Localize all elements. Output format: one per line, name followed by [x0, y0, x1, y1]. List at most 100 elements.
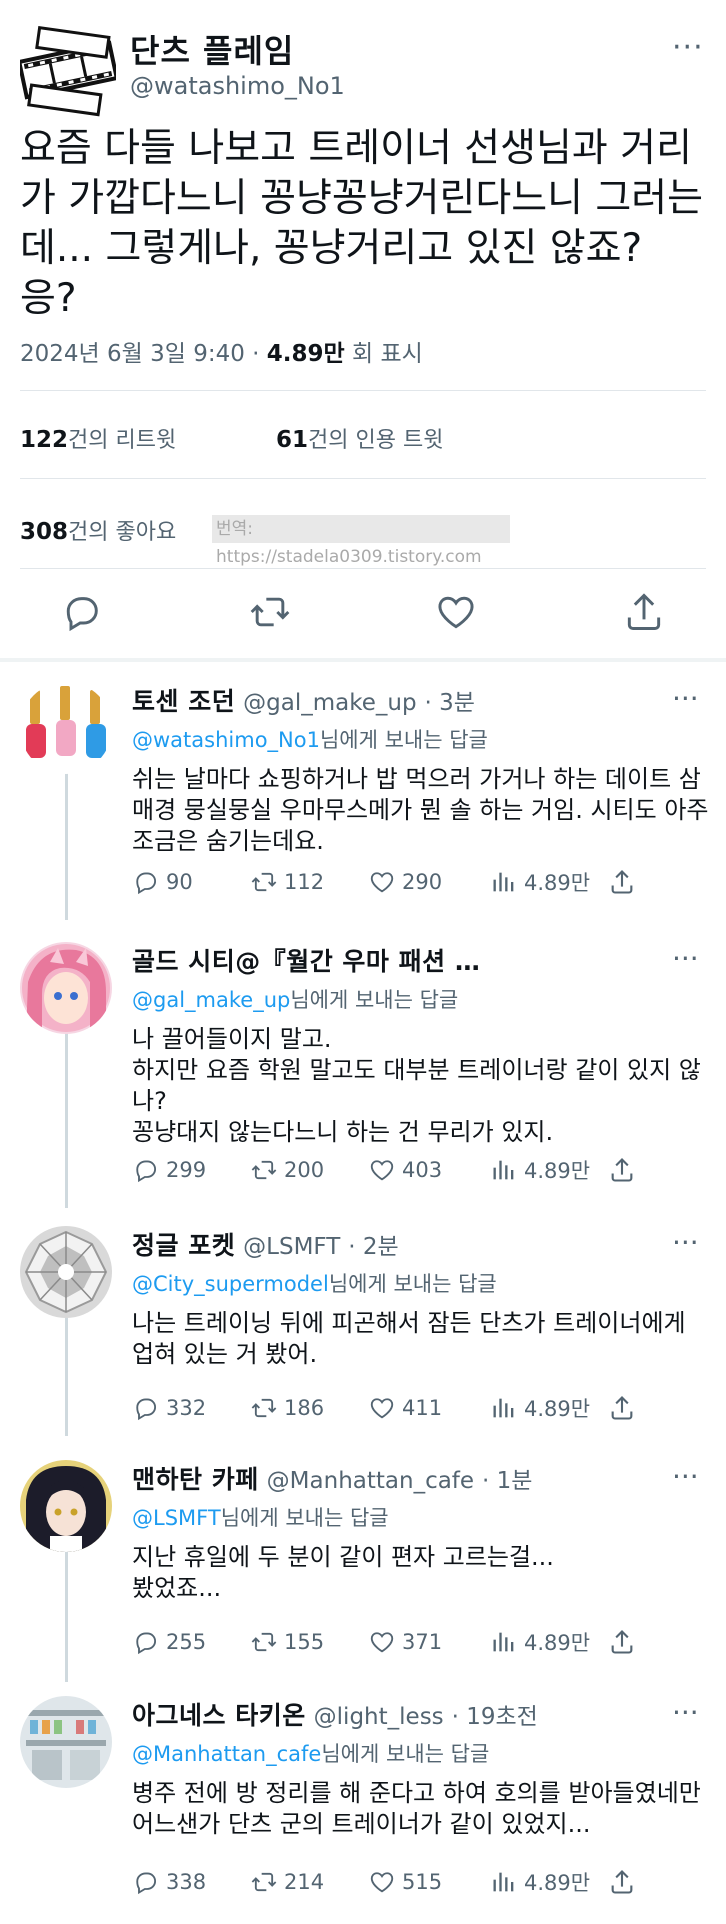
like-icon	[370, 872, 394, 893]
tweet-date[interactable]: 2024년 6월 3일 9:40 ·	[20, 341, 259, 367]
anime-girl-pink-avatar-icon[interactable]	[20, 942, 112, 1034]
views-button[interactable]: 4.89만	[490, 1626, 590, 1658]
reply-author-name[interactable]: 골드 시티@『월간 우마 패션 …	[132, 947, 480, 976]
retweet-icon[interactable]	[248, 590, 292, 634]
author-name[interactable]: 단츠 플레임	[130, 26, 294, 72]
share-button[interactable]	[608, 1392, 642, 1424]
more-options-icon[interactable]: ···	[672, 1460, 699, 1493]
share-button[interactable]	[608, 866, 642, 898]
share-icon	[611, 1158, 633, 1182]
retweet-button[interactable]: 186	[250, 1392, 324, 1424]
laboratory-avatar-icon[interactable]	[20, 1696, 112, 1788]
retweet-icon	[251, 1632, 277, 1652]
reply-tweet[interactable]: 아그네스 타키온 @light_less · 19초전 ··· @Manhatt…	[0, 1682, 726, 1924]
like-button[interactable]: 371	[368, 1626, 442, 1658]
like-button[interactable]: 403	[368, 1154, 442, 1186]
reply-button[interactable]: 299	[132, 1154, 206, 1186]
more-options-icon[interactable]: ···	[672, 1696, 699, 1729]
like-button[interactable]: 290	[368, 866, 442, 898]
analytics-icon	[493, 1160, 514, 1180]
retweet-button[interactable]: 214	[250, 1866, 324, 1898]
like-button[interactable]: 515	[368, 1866, 442, 1898]
reply-author-handle[interactable]: @Manhattan_cafe	[267, 1468, 474, 1494]
author-handle[interactable]: @watashimo_No1	[130, 72, 345, 100]
replying-to: @Manhattan_cafe님에게 보내는 답글	[132, 1738, 489, 1768]
more-options-icon[interactable]: ···	[672, 682, 699, 715]
share-icon[interactable]	[622, 590, 666, 634]
retweet-count: 200	[284, 1158, 325, 1182]
reply-tweet[interactable]: 정글 포켓 @LSMFT · 2분 ··· @City_supermodel님에…	[0, 1212, 726, 1440]
like-icon	[370, 1398, 394, 1419]
retweet-stat[interactable]: 122건의 리트윗	[20, 422, 176, 454]
views-button[interactable]: 4.89만	[490, 1866, 590, 1898]
views-button[interactable]: 4.89만	[490, 1154, 590, 1186]
reply-author-name[interactable]: 맨하탄 카페	[132, 1465, 259, 1494]
reply-count: 255	[166, 1630, 207, 1654]
reply-time[interactable]: · 2분	[348, 1234, 398, 1260]
more-options-icon[interactable]: ···	[672, 942, 699, 975]
like-count: 308	[20, 519, 69, 545]
replying-to: @gal_make_up님에게 보내는 답글	[132, 984, 458, 1014]
reply-time[interactable]: · 19초전	[452, 1704, 538, 1730]
reply-author-handle[interactable]: @gal_make_up	[243, 690, 416, 716]
replying-to-link[interactable]: @gal_make_up	[132, 988, 290, 1012]
reply-actions: 338 214 515 4.89만	[132, 1866, 692, 1898]
replying-to-link[interactable]: @watashimo_No1	[132, 728, 320, 752]
reply-tweet[interactable]: 맨하탄 카페 @Manhattan_cafe · 1분 ··· @LSMFT님에…	[0, 1446, 726, 1678]
reply-button[interactable]: 255	[132, 1626, 206, 1658]
view-count: 4.89만	[524, 1871, 591, 1895]
replying-to-link[interactable]: @Manhattan_cafe	[132, 1742, 321, 1766]
views-button[interactable]: 4.89만	[490, 866, 590, 898]
retweet-count: 186	[284, 1396, 325, 1420]
reply-icon	[136, 1160, 157, 1183]
reply-count: 90	[166, 870, 193, 894]
quote-stat[interactable]: 61건의 인용 트윗	[276, 422, 443, 454]
view-count: 4.89만	[524, 871, 591, 895]
like-count: 515	[402, 1870, 443, 1894]
reply-button[interactable]: 90	[132, 866, 193, 898]
like-stat[interactable]: 308건의 좋아요	[20, 514, 176, 546]
share-icon	[611, 1630, 633, 1654]
like-icon[interactable]	[434, 590, 478, 634]
reply-author-handle[interactable]: @light_less	[314, 1704, 444, 1730]
reply-author-name[interactable]: 토센 조던	[132, 687, 235, 716]
views-button[interactable]: 4.89만	[490, 1392, 590, 1424]
retweet-button[interactable]: 200	[250, 1154, 324, 1186]
replying-to-link[interactable]: @City_supermodel	[132, 1272, 329, 1296]
share-button[interactable]	[608, 1866, 642, 1898]
like-icon	[370, 1632, 394, 1653]
reply-icon	[136, 1872, 157, 1895]
view-label: 회 표시	[352, 341, 423, 367]
reply-button[interactable]: 332	[132, 1392, 206, 1424]
share-button[interactable]	[608, 1154, 642, 1186]
reply-icon[interactable]	[60, 590, 104, 634]
reply-author-name[interactable]: 정글 포켓	[132, 1231, 235, 1260]
view-count: 4.89만	[524, 1631, 591, 1655]
tweet-text: 요즘 다들 나보고 트레이너 선생님과 거리가 가깝다느니 꽁냥꽁냥거린다느니 …	[20, 126, 704, 321]
reply-header: 아그네스 타키온 @light_less · 19초전	[132, 1696, 538, 1732]
reply-time[interactable]: · 1분	[482, 1468, 532, 1494]
replying-to-suffix: 님에게 보내는 답글	[321, 1742, 490, 1766]
retweet-button[interactable]: 112	[250, 866, 324, 898]
reply-tweet[interactable]: 토센 조던 @gal_make_up · 3분 ··· @watashimo_N…	[0, 668, 726, 928]
more-options-icon[interactable]: ···	[672, 30, 704, 65]
diamond-avatar-icon[interactable]	[20, 1226, 112, 1318]
share-button[interactable]	[608, 1626, 642, 1658]
reply-text: 나 끌어들이지 말고. 하지만 요즘 학원 말고도 대부분 트레이너랑 같이 있…	[132, 1025, 701, 1146]
film-strip-avatar-icon[interactable]	[16, 22, 120, 118]
reply-author-handle[interactable]: @LSMFT	[243, 1234, 340, 1260]
retweet-button[interactable]: 155	[250, 1626, 324, 1658]
reply-text: 병주 전에 방 정리를 해 준다고 하여 호의를 받아들였네만 어느샌가 단츠 …	[132, 1779, 701, 1838]
reply-time[interactable]: · 3분	[425, 690, 475, 716]
reply-count: 332	[166, 1396, 207, 1420]
reply-button[interactable]: 338	[132, 1866, 206, 1898]
nail-polish-avatar-icon[interactable]	[20, 682, 112, 774]
reply-tweet[interactable]: 골드 시티@『월간 우마 패션 … ··· @gal_make_up님에게 보내…	[0, 928, 726, 1208]
divider	[20, 478, 706, 479]
reply-author-name[interactable]: 아그네스 타키온	[132, 1701, 306, 1730]
replying-to-suffix: 님에게 보내는 답글	[319, 728, 488, 752]
replying-to-link[interactable]: @LSMFT	[132, 1506, 221, 1530]
more-options-icon[interactable]: ···	[672, 1226, 699, 1259]
anime-girl-dark-avatar-icon[interactable]	[20, 1460, 112, 1552]
like-button[interactable]: 411	[368, 1392, 442, 1424]
